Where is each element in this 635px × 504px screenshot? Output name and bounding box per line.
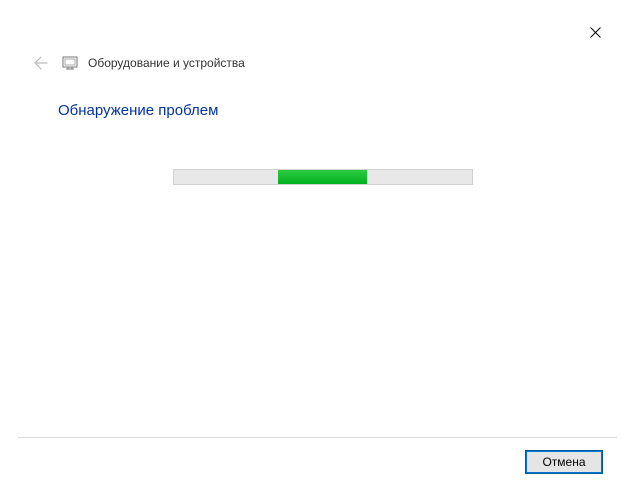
close-icon bbox=[590, 27, 601, 38]
cancel-button[interactable]: Отмена bbox=[525, 450, 603, 474]
titlebar bbox=[18, 18, 617, 46]
header: Оборудование и устройства bbox=[18, 46, 617, 84]
footer: Отмена bbox=[18, 437, 617, 486]
page-heading: Обнаружение проблем bbox=[58, 102, 587, 119]
window-inner: Оборудование и устройства Обнаружение пр… bbox=[18, 18, 617, 486]
arrow-left-icon bbox=[33, 55, 49, 71]
progress-indicator bbox=[278, 170, 367, 184]
close-button[interactable] bbox=[581, 18, 609, 46]
troubleshooter-window: Оборудование и устройства Обнаружение пр… bbox=[0, 0, 635, 504]
content-area: Обнаружение проблем bbox=[18, 84, 617, 437]
hardware-icon bbox=[62, 55, 78, 71]
progress-bar bbox=[173, 169, 473, 185]
back-button bbox=[30, 52, 52, 74]
header-title: Оборудование и устройства bbox=[88, 56, 245, 70]
